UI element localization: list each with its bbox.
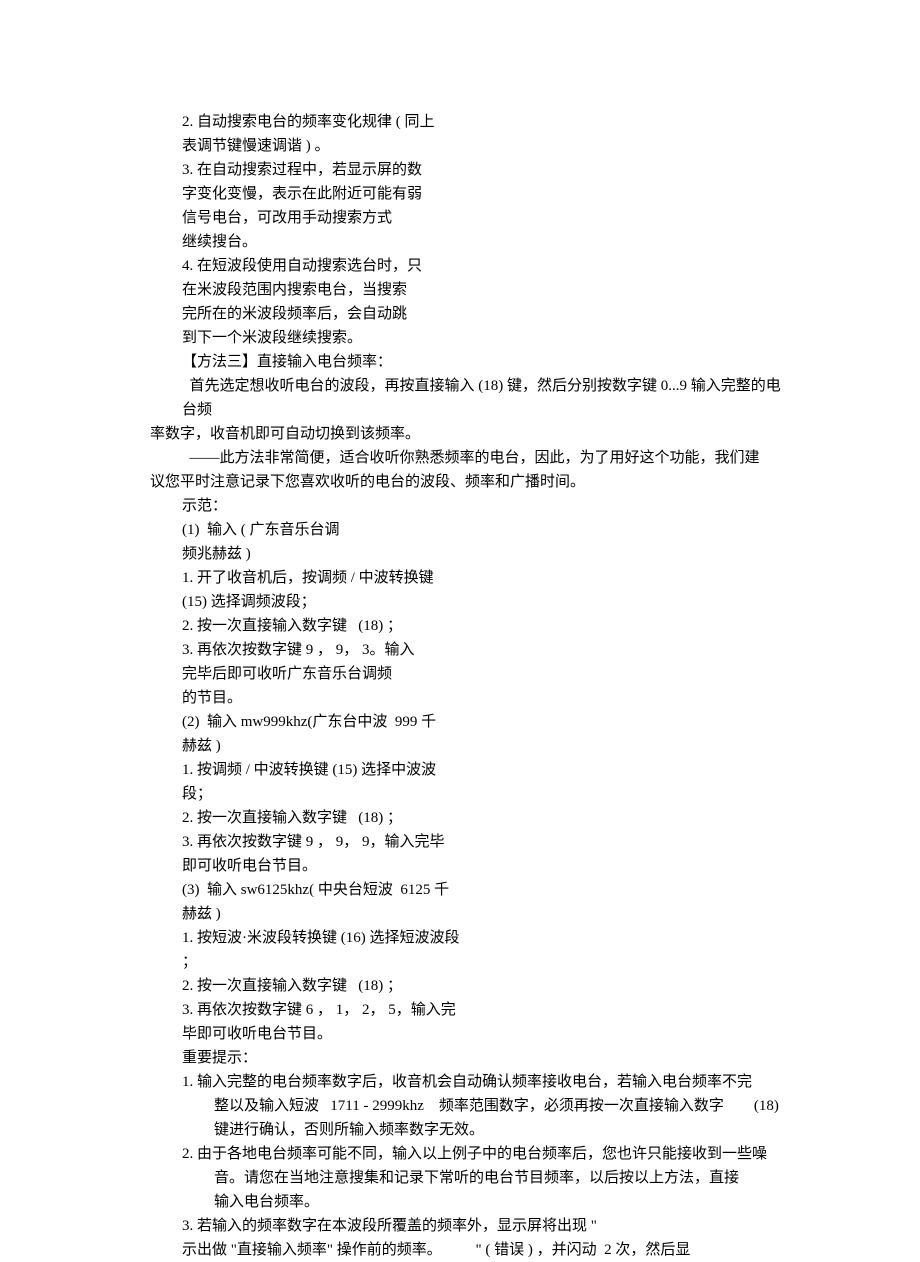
text-line: 3. 在自动搜索过程中，若显示屏的数 bbox=[150, 158, 790, 182]
text-line: 输入电台频率。 bbox=[150, 1190, 790, 1214]
text-line: 完所在的米波段频率后，会自动跳 bbox=[150, 302, 790, 326]
text-line: 到下一个米波段继续搜索。 bbox=[150, 326, 790, 350]
text-line: 1. 按短波·米波段转换键 (16) 选择短波波段 bbox=[150, 926, 790, 950]
text-line: 3. 再依次按数字键 9 ， 9， 9，输入完毕 bbox=[150, 830, 790, 854]
text-line: 率数字，收音机即可自动切换到该频率。 bbox=[150, 422, 790, 446]
text-line: (3) 输入 sw6125khz( 中央台短波 6125 千 bbox=[150, 878, 790, 902]
text-line: ； bbox=[150, 950, 790, 974]
text-line: 1. 开了收音机后，按调频 / 中波转换键 bbox=[150, 566, 790, 590]
text-line: 3. 再依次按数字键 9 ， 9， 3。输入 bbox=[150, 638, 790, 662]
text-line: 信号电台，可改用手动搜索方式 bbox=[150, 206, 790, 230]
text-line: ——此方法非常简便，适合收听你熟悉频率的电台，因此，为了用好这个功能，我们建 bbox=[150, 446, 790, 470]
text-line: 继续搜台。 bbox=[150, 230, 790, 254]
text-line: 2. 按一次直接输入数字键 (18) ； bbox=[150, 614, 790, 638]
text-line: 3. 若输入的频率数字在本波段所覆盖的频率外，显示屏将出现 " bbox=[150, 1214, 790, 1238]
text-line: 1. 输入完整的电台频率数字后，收音机会自动确认频率接收电台，若输入电台频率不完 bbox=[150, 1070, 790, 1094]
text-line: 议您平时注意记录下您喜欢收听的电台的波段、频率和广播时间。 bbox=[150, 470, 790, 494]
text-line: 毕即可收听电台节目。 bbox=[150, 1022, 790, 1046]
text-line: 表调节键慢速调谐 ) 。 bbox=[150, 134, 790, 158]
text-line: 赫兹 ) bbox=[150, 902, 790, 926]
text-line: 音。请您在当地注意搜集和记录下常听的电台节目频率，以后按以上方法，直接 bbox=[150, 1166, 790, 1190]
text-line: 赫兹 ) bbox=[150, 734, 790, 758]
text-line: 示出做 "直接输入频率" 操作前的频率。 " ( 错误 ) ，并闪动 2 次，然… bbox=[150, 1238, 790, 1262]
text-line: 2. 由于各地电台频率可能不同，输入以上例子中的电台频率后，您也许只能接收到一些… bbox=[150, 1142, 790, 1166]
text-line: 1. 按调频 / 中波转换键 (15) 选择中波波 bbox=[150, 758, 790, 782]
document-body: 2. 自动搜索电台的频率变化规律 ( 同上表调节键慢速调谐 ) 。3. 在自动搜… bbox=[150, 110, 790, 1262]
text-line: 段； bbox=[150, 782, 790, 806]
text-line: 2. 按一次直接输入数字键 (18) ； bbox=[150, 974, 790, 998]
text-line: 首先选定想收听电台的波段，再按直接输入 (18) 键，然后分别按数字键 0...… bbox=[150, 374, 790, 422]
text-line: (2) 输入 mw999khz(广东台中波 999 千 bbox=[150, 710, 790, 734]
text-line: 重要提示： bbox=[150, 1046, 790, 1070]
text-line: 的节目。 bbox=[150, 686, 790, 710]
text-line: 整以及输入短波 1711 - 2999khz 频率范围数字，必须再按一次直接输入… bbox=[150, 1094, 790, 1118]
text-line: (1) 输入 ( 广东音乐台调 bbox=[150, 518, 790, 542]
text-line: (15) 选择调频波段； bbox=[150, 590, 790, 614]
text-line: 4. 在短波段使用自动搜索选台时，只 bbox=[150, 254, 790, 278]
text-line: 在米波段范围内搜索电台，当搜索 bbox=[150, 278, 790, 302]
text-line: 2. 按一次直接输入数字键 (18) ； bbox=[150, 806, 790, 830]
text-line: 完毕后即可收听广东音乐台调频 bbox=[150, 662, 790, 686]
text-line: 频兆赫兹 ) bbox=[150, 542, 790, 566]
text-line: 字变化变慢，表示在此附近可能有弱 bbox=[150, 182, 790, 206]
text-line: 键进行确认，否则所输入频率数字无效。 bbox=[150, 1118, 790, 1142]
text-line: 示范： bbox=[150, 494, 790, 518]
text-line: 3. 再依次按数字键 6 ， 1， 2， 5，输入完 bbox=[150, 998, 790, 1022]
text-line: 即可收听电台节目。 bbox=[150, 854, 790, 878]
text-line: 【方法三】直接输入电台频率： bbox=[150, 350, 790, 374]
text-line: 2. 自动搜索电台的频率变化规律 ( 同上 bbox=[150, 110, 790, 134]
